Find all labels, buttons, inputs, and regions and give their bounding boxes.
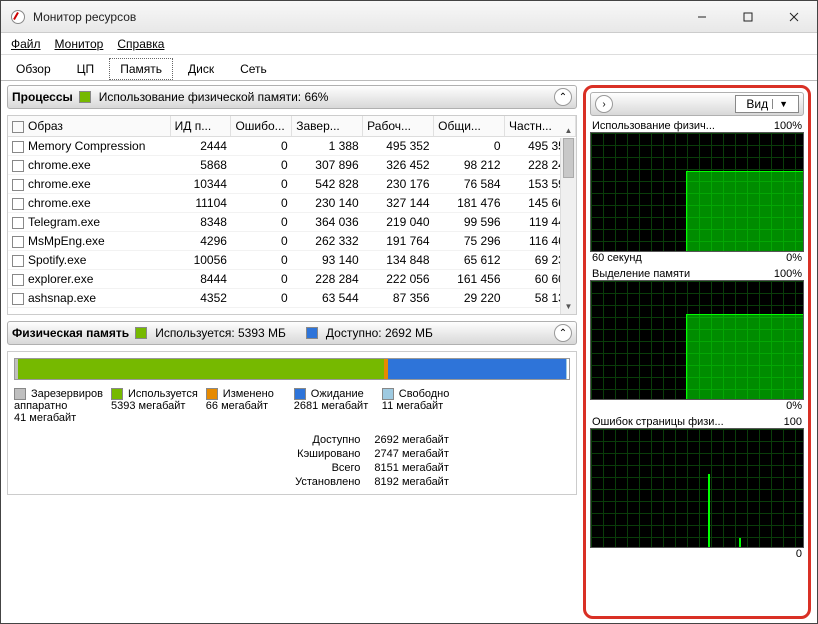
collapse-charts-icon[interactable]: › <box>595 95 613 113</box>
col-working[interactable]: Рабоч... <box>363 116 434 137</box>
mem-usage-label: Использование физической памяти: 66% <box>99 90 329 104</box>
menubar: Файл Монитор Справка <box>1 33 817 55</box>
physmem-title: Физическая память <box>12 326 129 340</box>
tab-cpu[interactable]: ЦП <box>66 58 106 80</box>
memory-stats: Доступно2692 мегабайт Кэшировано2747 мег… <box>174 434 570 488</box>
table-row[interactable]: Memory Compression244401 388495 3520495 … <box>8 137 576 156</box>
used-swatch <box>135 327 147 339</box>
table-row[interactable]: Telegram.exe83480364 036219 04099 596119… <box>8 213 576 232</box>
close-button[interactable] <box>771 1 817 33</box>
window-title: Монитор ресурсов <box>33 10 679 24</box>
memory-legend: Зарезервироваппаратно41 мегабайт Использ… <box>14 388 570 424</box>
scroll-up-icon[interactable]: ▲ <box>561 122 576 138</box>
chart-page-faults: Ошибок страницы физи...100 0 <box>590 416 804 560</box>
chart-commit: Выделение памяти100% 0% <box>590 268 804 412</box>
processes-header[interactable]: Процессы Использование физической памяти… <box>7 85 577 109</box>
row-checkbox[interactable] <box>12 217 24 229</box>
tab-network[interactable]: Сеть <box>229 58 278 80</box>
physmem-panel: Зарезервироваппаратно41 мегабайт Использ… <box>7 351 577 495</box>
memory-bar <box>14 358 570 380</box>
collapse-icon-2[interactable]: ⌃ <box>554 324 572 342</box>
row-checkbox[interactable] <box>12 179 24 191</box>
mem-usage-swatch <box>79 91 91 103</box>
row-checkbox[interactable] <box>12 198 24 210</box>
bar-used <box>18 359 384 379</box>
maximize-button[interactable] <box>725 1 771 33</box>
avail-swatch <box>306 327 318 339</box>
row-checkbox[interactable] <box>12 160 24 172</box>
processes-title: Процессы <box>12 90 73 104</box>
table-row[interactable]: MsMpEng.exe42960262 332191 76475 296116 … <box>8 232 576 251</box>
table-row[interactable]: chrome.exe103440542 828230 17676 584153 … <box>8 175 576 194</box>
row-checkbox[interactable] <box>12 141 24 153</box>
bar-standby <box>388 359 565 379</box>
table-row[interactable]: explorer.exe84440228 284222 056161 45660… <box>8 270 576 289</box>
physmem-avail: Доступно: 2692 МБ <box>326 326 433 340</box>
table-scrollbar[interactable]: ▲ ▼ <box>560 138 576 314</box>
tab-overview[interactable]: Обзор <box>5 58 62 80</box>
col-faults[interactable]: Ошибо... <box>231 116 292 137</box>
tab-disk[interactable]: Диск <box>177 58 225 80</box>
table-row[interactable]: ashsnap.exe4352063 54487 35629 22058 136 <box>8 289 576 308</box>
menu-file[interactable]: Файл <box>5 35 47 53</box>
row-checkbox[interactable] <box>12 236 24 248</box>
scrollbar-thumb[interactable] <box>563 138 574 178</box>
physmem-used: Используется: 5393 МБ <box>155 326 286 340</box>
row-checkbox[interactable] <box>12 274 24 286</box>
processes-table[interactable]: Образ ИД п... Ошибо... Завер... Рабоч...… <box>7 115 577 315</box>
minimize-button[interactable] <box>679 1 725 33</box>
col-completed[interactable]: Завер... <box>292 116 363 137</box>
tab-memory[interactable]: Память <box>109 58 173 80</box>
app-icon <box>11 10 25 24</box>
menu-monitor[interactable]: Монитор <box>49 35 110 53</box>
table-row[interactable]: Spotify.exe10056093 140134 84865 61269 2… <box>8 251 576 270</box>
checkbox-all[interactable] <box>12 121 24 133</box>
charts-highlight-frame: › Вид▼ Использование физич...100% 60 сек… <box>583 85 811 619</box>
col-shared[interactable]: Общи... <box>434 116 505 137</box>
col-image[interactable]: Образ <box>8 116 170 137</box>
chart-phys-usage: Использование физич...100% 60 секунд0% <box>590 120 804 264</box>
row-checkbox[interactable] <box>12 293 24 305</box>
scroll-down-icon[interactable]: ▼ <box>561 298 576 314</box>
charts-toolbar: › Вид▼ <box>590 92 804 116</box>
col-pid[interactable]: ИД п... <box>170 116 231 137</box>
view-dropdown[interactable]: Вид▼ <box>735 95 799 113</box>
bar-free <box>566 359 567 379</box>
row-checkbox[interactable] <box>12 255 24 267</box>
resource-monitor-window: Монитор ресурсов Файл Монитор Справка Об… <box>0 0 818 624</box>
titlebar[interactable]: Монитор ресурсов <box>1 1 817 33</box>
physmem-header[interactable]: Физическая память Используется: 5393 МБ … <box>7 321 577 345</box>
table-row[interactable]: chrome.exe58680307 896326 45298 212228 2… <box>8 156 576 175</box>
chevron-down-icon: ▼ <box>772 99 788 109</box>
table-row[interactable]: chrome.exe111040230 140327 144181 476145… <box>8 194 576 213</box>
collapse-icon[interactable]: ⌃ <box>554 88 572 106</box>
menu-help[interactable]: Справка <box>111 35 170 53</box>
tabbar: Обзор ЦП Память Диск Сеть <box>1 55 817 81</box>
